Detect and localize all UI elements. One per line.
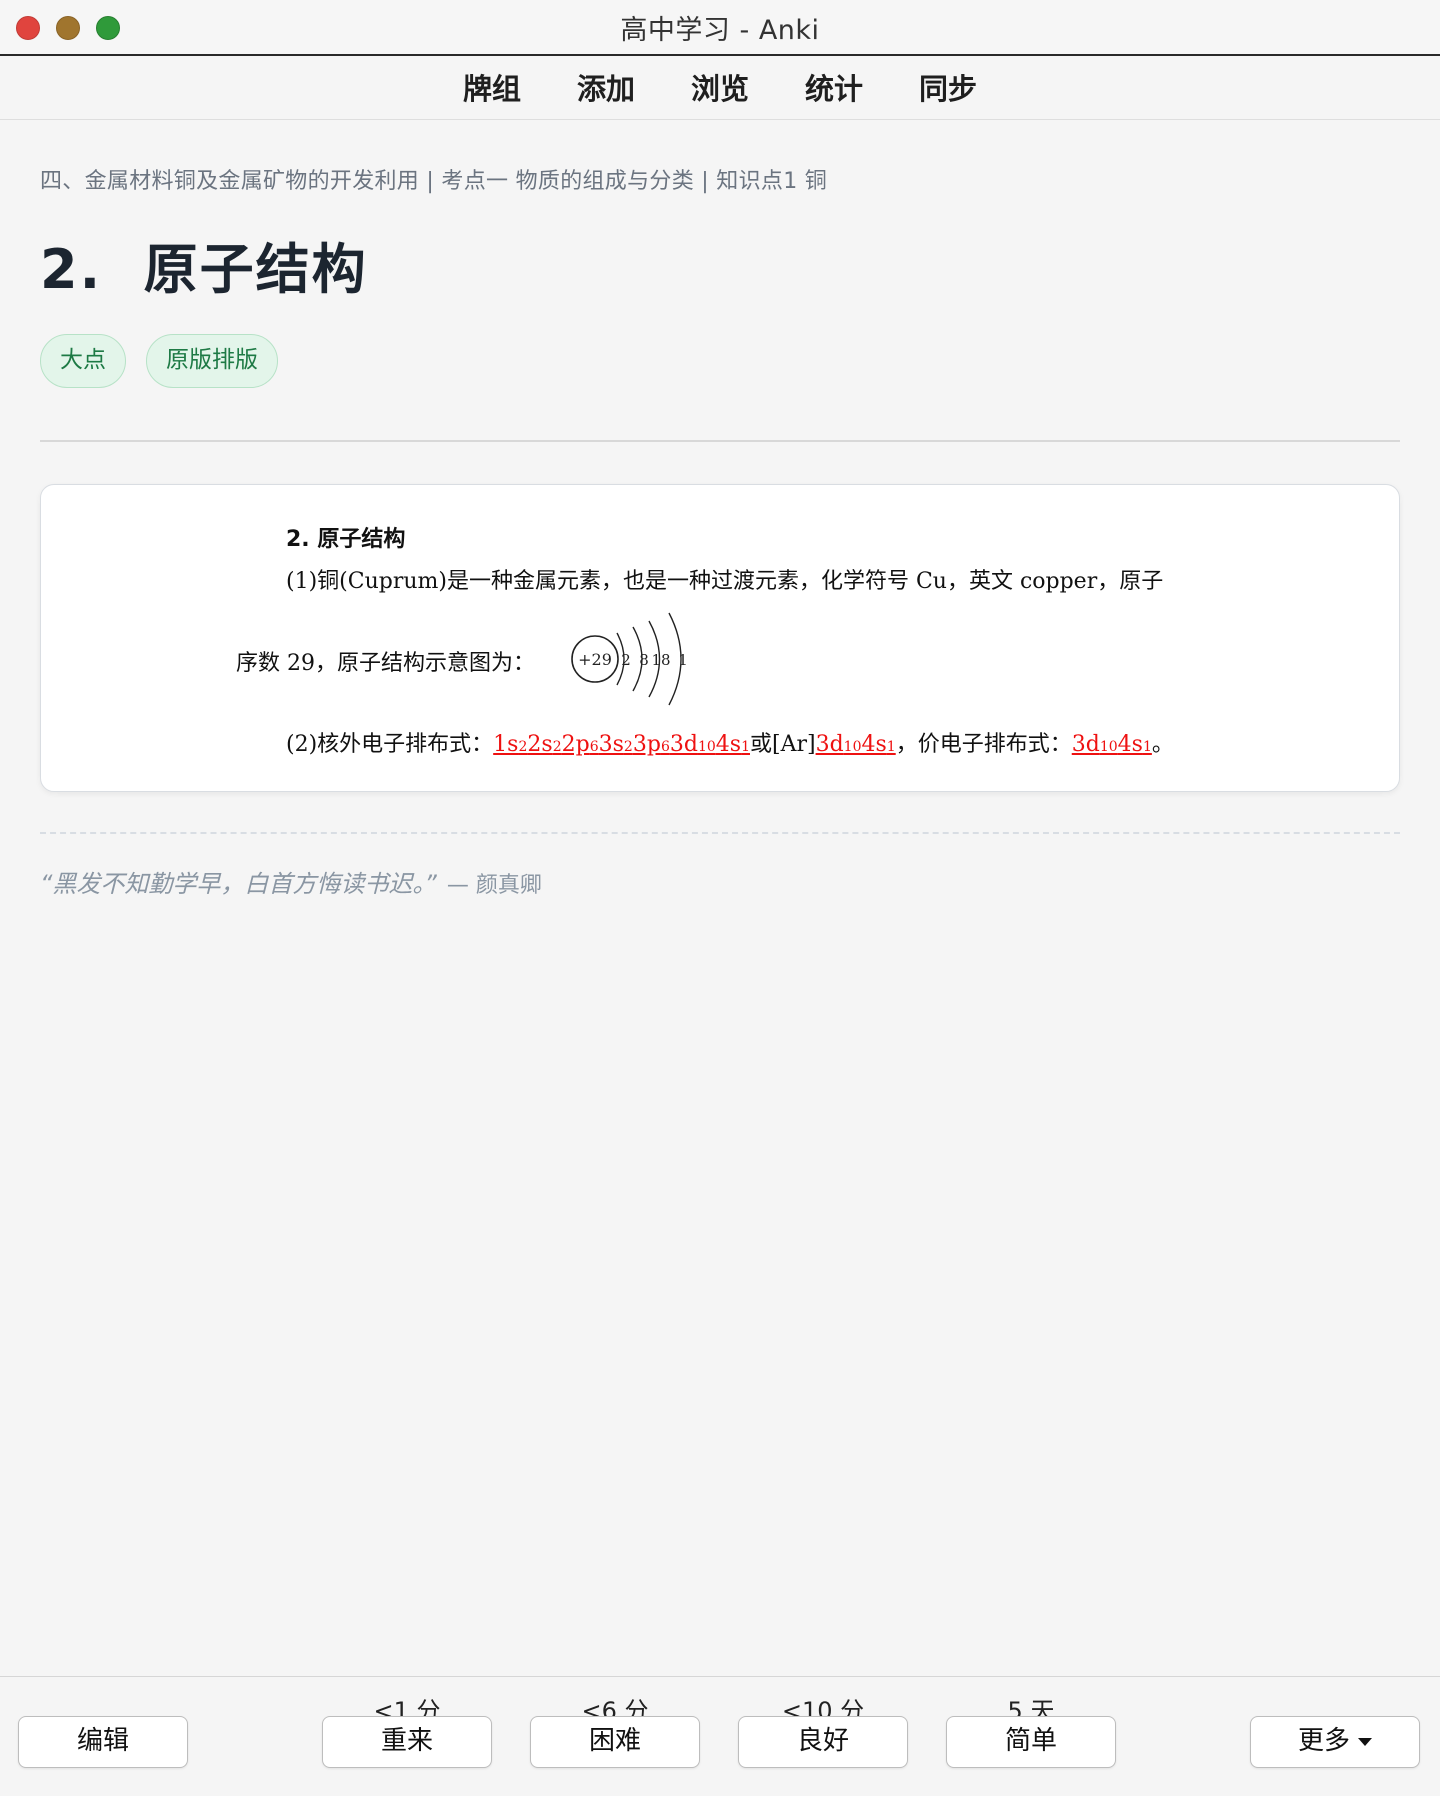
card-content: 四、金属材料铜及金属矿物的开发利用 | 考点一 物质的组成与分类 | 知识点1 … bbox=[40, 120, 1400, 899]
maximize-window-icon[interactable] bbox=[96, 16, 120, 40]
note-line: (1)铜(Cuprum)是一种金属元素，也是一种过渡元素，化学符号 Cu，英文 … bbox=[286, 569, 1164, 594]
atom-shell: 18 bbox=[651, 651, 670, 669]
hard-button[interactable]: 困难 bbox=[530, 1716, 700, 1768]
again-button[interactable]: 重来 bbox=[322, 1716, 492, 1768]
electron-config-full: 1s22s22p63s23p63d104s1 bbox=[493, 732, 750, 757]
tag: 大点 bbox=[40, 334, 126, 388]
toolbar-browse[interactable]: 浏览 bbox=[663, 58, 777, 120]
electron-count: 1 bbox=[886, 739, 896, 755]
orbital-term: 3d bbox=[1071, 732, 1100, 757]
config-mid: 或[Ar] bbox=[750, 732, 816, 757]
config-end: 。 bbox=[1151, 732, 1174, 757]
orbital-term: 4s bbox=[861, 732, 887, 757]
note-line: 序数 29，原子结构示意图为： bbox=[236, 651, 535, 676]
electron-count: 10 bbox=[1099, 739, 1118, 755]
title-bar: 高中学习 - Anki bbox=[0, 0, 1440, 56]
orbital-term: 2p bbox=[561, 732, 590, 757]
electron-config-valence: 3d104s1 bbox=[1072, 732, 1152, 757]
toolbar-add[interactable]: 添加 bbox=[549, 58, 663, 120]
config-valence-label: ，价电子排布式： bbox=[895, 732, 1072, 757]
more-label: 更多 bbox=[1297, 1726, 1350, 1756]
orbital-term: 4s bbox=[715, 732, 742, 757]
electron-config-short: 3d104s1 bbox=[816, 732, 896, 757]
electron-count: 6 bbox=[589, 739, 599, 755]
more-button[interactable]: 更多 bbox=[1250, 1716, 1420, 1768]
electron-count: 1 bbox=[741, 739, 750, 755]
minimize-window-icon[interactable] bbox=[56, 16, 80, 40]
orbital-term: 3d bbox=[669, 732, 698, 757]
close-window-icon[interactable] bbox=[16, 16, 40, 40]
atom-shell: 1 bbox=[678, 651, 688, 669]
electron-count: 10 bbox=[843, 739, 862, 755]
tag: 原版排版 bbox=[146, 334, 278, 388]
atom-structure-diagram: +29 2 8 18 1 bbox=[571, 612, 688, 706]
atom-shell: 8 bbox=[639, 651, 649, 669]
page-title: 2. 原子结构 bbox=[40, 238, 368, 301]
tag-list: 大点 原版排版 bbox=[40, 334, 1400, 388]
review-bar: 编辑 <1 分 重来 <6 分 困难 <10 分 良好 5 天 简单 更多 bbox=[0, 1676, 1440, 1796]
electron-count: 2 bbox=[623, 739, 633, 755]
note-heading: 2. 原子结构 bbox=[286, 527, 406, 552]
dashed-divider bbox=[40, 832, 1400, 834]
atom-shell: 2 bbox=[621, 651, 631, 669]
edit-button[interactable]: 编辑 bbox=[18, 1716, 188, 1768]
orbital-term: 4s bbox=[1117, 732, 1143, 757]
toolbar-stats[interactable]: 统计 bbox=[777, 58, 891, 120]
quote: “黑发不知勤学早，白首方悔读书迟。” — 颜真卿 bbox=[40, 864, 1400, 899]
note-image-card: 2. 原子结构 (1)铜(Cuprum)是一种金属元素，也是一种过渡元素，化学符… bbox=[40, 484, 1400, 792]
orbital-term: 3d bbox=[815, 732, 844, 757]
orbital-term: 3p bbox=[632, 732, 661, 757]
electron-count: 6 bbox=[660, 739, 670, 755]
window-title: 高中学习 - Anki bbox=[620, 14, 820, 46]
electron-count: 1 bbox=[1142, 739, 1152, 755]
good-button[interactable]: 良好 bbox=[738, 1716, 908, 1768]
main-toolbar: 牌组 添加 浏览 统计 同步 bbox=[0, 58, 1440, 120]
caret-down-icon bbox=[1358, 1737, 1372, 1746]
electron-count: 2 bbox=[552, 739, 562, 755]
note-line: (2)核外电子排布式：1s22s22p63s23p63d104s1或[Ar]3d… bbox=[286, 726, 1174, 758]
atom-nucleus: +29 bbox=[578, 650, 612, 669]
config-prefix: (2)核外电子排布式： bbox=[286, 732, 494, 757]
breadcrumb: 四、金属材料铜及金属矿物的开发利用 | 考点一 物质的组成与分类 | 知识点1 … bbox=[40, 169, 828, 194]
orbital-term: 1s bbox=[493, 732, 519, 757]
toolbar-sync[interactable]: 同步 bbox=[891, 58, 1005, 120]
quote-text: “黑发不知勤学早，白首方悔读书迟。” bbox=[40, 870, 437, 898]
divider bbox=[40, 440, 1400, 442]
easy-button[interactable]: 简单 bbox=[946, 1716, 1116, 1768]
orbital-term: 3s bbox=[598, 732, 624, 757]
toolbar-decks[interactable]: 牌组 bbox=[435, 58, 549, 120]
orbital-term: 2s bbox=[527, 732, 553, 757]
electron-count: 10 bbox=[697, 739, 716, 755]
quote-author: — 颜真卿 bbox=[446, 873, 542, 898]
window-controls bbox=[16, 16, 120, 40]
